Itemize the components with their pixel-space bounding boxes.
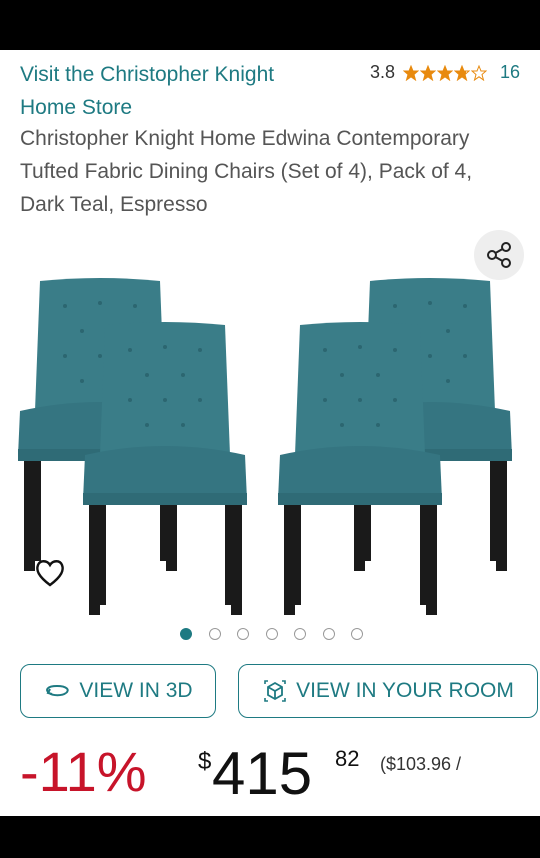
- star-icon: [453, 64, 470, 81]
- star-icon: [470, 64, 487, 81]
- view-in-your-room-button[interactable]: VIEW IN YOUR ROOM: [238, 664, 538, 718]
- star-icon: [419, 64, 436, 81]
- price-currency: $: [198, 748, 212, 775]
- store-link[interactable]: Visit the Christopher Knight Home Store: [20, 58, 320, 124]
- product-image[interactable]: [0, 225, 540, 625]
- share-button[interactable]: [474, 230, 524, 280]
- rating-count[interactable]: 16: [500, 62, 520, 83]
- rating[interactable]: 3.8 16: [370, 62, 520, 83]
- cube-ar-icon: [264, 680, 286, 702]
- rating-stars: [402, 64, 488, 81]
- view-in-your-room-label: VIEW IN YOUR ROOM: [296, 679, 514, 702]
- carousel-dot[interactable]: [265, 628, 278, 640]
- star-icon: [402, 64, 419, 81]
- price-whole: 415: [212, 740, 313, 807]
- carousel-dot[interactable]: [180, 628, 192, 640]
- carousel-dot[interactable]: [351, 628, 363, 640]
- rotate-3d-icon: [46, 684, 70, 697]
- carousel-dot[interactable]: [294, 628, 306, 640]
- heart-icon[interactable]: [34, 558, 66, 588]
- view-in-3d-button[interactable]: VIEW IN 3D: [20, 664, 216, 718]
- share-icon: [487, 242, 511, 268]
- rating-value: 3.8: [369, 62, 395, 82]
- view-in-3d-label: VIEW IN 3D: [79, 679, 193, 702]
- product-title: Christopher Knight Home Edwina Contempor…: [20, 127, 473, 216]
- carousel-dot[interactable]: [322, 628, 335, 640]
- star-icon: [436, 64, 453, 81]
- product-page: Visit the Christopher Knight Home Store …: [0, 50, 540, 816]
- unit-price: ($103.96 /: [380, 754, 462, 774]
- carousel-dots: [0, 628, 540, 644]
- carousel-dot[interactable]: [237, 628, 249, 640]
- discount-badge: -11%: [20, 740, 147, 803]
- carousel-dot[interactable]: [208, 628, 221, 640]
- price-fraction: 82: [335, 746, 360, 771]
